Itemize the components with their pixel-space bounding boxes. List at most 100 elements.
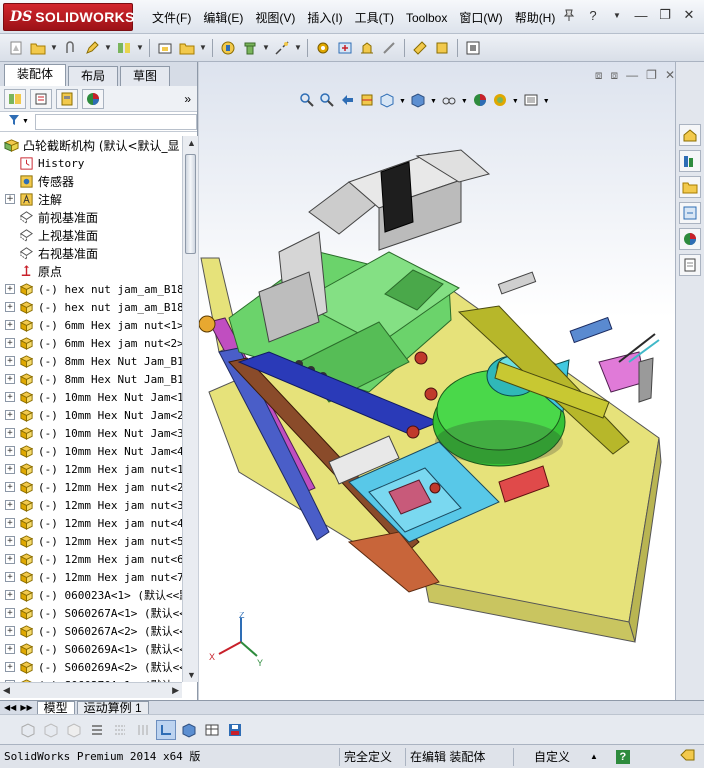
expand-toggle[interactable]: + (5, 626, 15, 636)
feature-manager-icon[interactable] (4, 88, 26, 109)
measure-icon[interactable] (410, 38, 430, 58)
chevron-down-icon[interactable]: ▼ (199, 43, 207, 52)
menu-toolbox[interactable]: Toolbox (402, 9, 455, 27)
scroll-left-icon[interactable]: ◀ (3, 685, 10, 696)
chevron-down-icon[interactable]: ▼ (50, 43, 58, 52)
expand-toggle[interactable]: + (5, 392, 15, 402)
tree-root[interactable]: 凸轮截断机构 (默认<默认_显 (0, 136, 182, 154)
scroll-up-icon[interactable]: ▲ (187, 138, 196, 148)
tree-item[interactable]: + (-) 12mm Hex jam nut<7 (0, 568, 182, 586)
view-palette-icon[interactable] (679, 202, 701, 224)
tab-assembly[interactable]: 装配体 (4, 64, 67, 86)
property-manager-icon[interactable] (30, 88, 52, 109)
display-manager-icon[interactable] (82, 88, 104, 109)
new-icon[interactable] (6, 38, 26, 58)
tree-item[interactable]: + (-) S060269A<1> (默认<< (0, 640, 182, 658)
tab-layout[interactable]: 布局 (68, 66, 119, 86)
tree-item[interactable]: + (-) hex nut jam_am_B18. (0, 280, 182, 298)
help-icon[interactable]: ? (615, 749, 630, 764)
tree-item[interactable]: History (0, 154, 182, 172)
tree-item[interactable]: + (-) 12mm Hex jam nut<6 (0, 550, 182, 568)
tree-item[interactable]: + (-) 060023A<1> (默认<<默 (0, 586, 182, 604)
restore-icon[interactable]: ❐ (656, 6, 674, 24)
hidden-lines-visible-icon[interactable] (41, 720, 61, 740)
tab-model[interactable]: 模型 (36, 700, 75, 715)
expand-toggle[interactable]: + (5, 608, 15, 618)
tree-item[interactable]: + (-) 10mm Hex Nut Jam<1> (0, 388, 182, 406)
expand-panel-icon[interactable]: » (184, 92, 191, 106)
explode-icon[interactable] (272, 38, 292, 58)
tree-vertical-scrollbar[interactable]: ▲ ▼ (182, 136, 198, 682)
menu-file[interactable]: 文件(F) (148, 9, 199, 27)
display-panel-icon[interactable] (463, 38, 483, 58)
chevron-down-icon[interactable]: ▼ (22, 118, 29, 125)
tree-item[interactable]: + (-) S060269A<2> (默认<< (0, 658, 182, 676)
rebuild-icon[interactable] (218, 38, 238, 58)
tree-item[interactable]: + (-) 12mm Hex jam nut<2 (0, 478, 182, 496)
scroll-down-icon[interactable]: ▼ (187, 670, 196, 680)
expand-toggle[interactable]: + (5, 374, 15, 384)
file-explorer-icon[interactable] (679, 176, 701, 198)
tab-sketch[interactable]: 草图 (120, 66, 171, 86)
wireframe-icon[interactable] (18, 720, 38, 740)
graphics-area[interactable]: ⧈ ⧈ — ❐ ✕ ▼ ▼ ▼ ▼ ▼ Z X Y (199, 62, 675, 700)
tree-item[interactable]: + (-) 10mm Hex Nut Jam<3> (0, 424, 182, 442)
mass-properties-icon[interactable] (432, 38, 452, 58)
help-icon[interactable]: ? (584, 6, 602, 24)
menu-insert[interactable]: 插入(I) (303, 9, 350, 27)
smart-fastener-icon[interactable] (240, 38, 260, 58)
menu-tools[interactable]: 工具(T) (351, 9, 402, 27)
expand-toggle[interactable]: + (5, 536, 15, 546)
expand-toggle[interactable]: + (5, 500, 15, 510)
menu-help[interactable]: 帮助(H) (511, 9, 564, 27)
hidden-lines-removed-icon[interactable] (64, 720, 84, 740)
folder-icon[interactable] (177, 38, 197, 58)
resources-home-icon[interactable] (679, 124, 701, 146)
chevron-down-icon[interactable]: ▼ (262, 43, 270, 52)
tree-item[interactable]: 上视基准面 (0, 226, 182, 244)
expand-toggle[interactable]: + (5, 320, 15, 330)
tree-item[interactable]: + (-) hex nut jam_am_B18. (0, 298, 182, 316)
expand-toggle[interactable]: + (5, 464, 15, 474)
tree-item[interactable]: + (-) S060267A<2> (默认<< (0, 622, 182, 640)
expand-toggle[interactable]: + (5, 590, 15, 600)
save-view-icon[interactable] (225, 720, 245, 740)
chevron-up-icon[interactable]: ▲ (590, 752, 598, 761)
tree-item[interactable]: 前视基准面 (0, 208, 182, 226)
align-icon[interactable] (133, 720, 153, 740)
expand-toggle[interactable]: + (5, 284, 15, 294)
expand-toggle[interactable]: + (5, 356, 15, 366)
tab-motion-study[interactable]: 运动算例 1 (76, 700, 149, 715)
expand-toggle[interactable]: + (5, 428, 15, 438)
tree-item[interactable]: + (-) S060267A<1> (默认<< (0, 604, 182, 622)
paperclip-icon[interactable] (60, 38, 80, 58)
scrollbar-thumb[interactable] (185, 154, 196, 254)
menu-view[interactable]: 视图(V) (251, 9, 303, 27)
tree-item[interactable]: 传感器 (0, 172, 182, 190)
expand-toggle[interactable]: + (5, 572, 15, 582)
close-icon[interactable]: ✕ (680, 6, 698, 24)
list-icon[interactable] (87, 720, 107, 740)
cam-mechanism-3d-model[interactable] (199, 62, 675, 700)
expand-toggle[interactable]: + (5, 644, 15, 654)
scroll-right-icon[interactable]: ▶▶ (20, 703, 32, 712)
tag-icon[interactable] (680, 748, 696, 765)
tree-item[interactable]: 原点 (0, 262, 182, 280)
solidworks-logo[interactable]: DS SOLIDWORKS (3, 3, 134, 31)
edit-component-icon[interactable] (82, 38, 102, 58)
assembly-feature-icon[interactable] (357, 38, 377, 58)
tree-item[interactable]: + (-) 8mm Hex Nut Jam_B18 (0, 370, 182, 388)
chevron-down-icon[interactable]: ▼ (136, 43, 144, 52)
tree-item[interactable]: + 注解 (0, 190, 182, 208)
design-library-icon[interactable] (679, 150, 701, 172)
expand-toggle[interactable]: + (5, 194, 15, 204)
tree-item[interactable]: 右视基准面 (0, 244, 182, 262)
shaded-icon[interactable] (179, 720, 199, 740)
expand-toggle[interactable]: + (5, 410, 15, 420)
scroll-left-icon[interactable]: ◀◀ (4, 703, 16, 712)
tree-horizontal-scrollbar[interactable]: ◀ ▶ (0, 682, 182, 698)
configuration-manager-icon[interactable] (56, 88, 78, 109)
open-icon[interactable] (28, 38, 48, 58)
insert-component-icon[interactable] (155, 38, 175, 58)
expand-toggle[interactable]: + (5, 518, 15, 528)
